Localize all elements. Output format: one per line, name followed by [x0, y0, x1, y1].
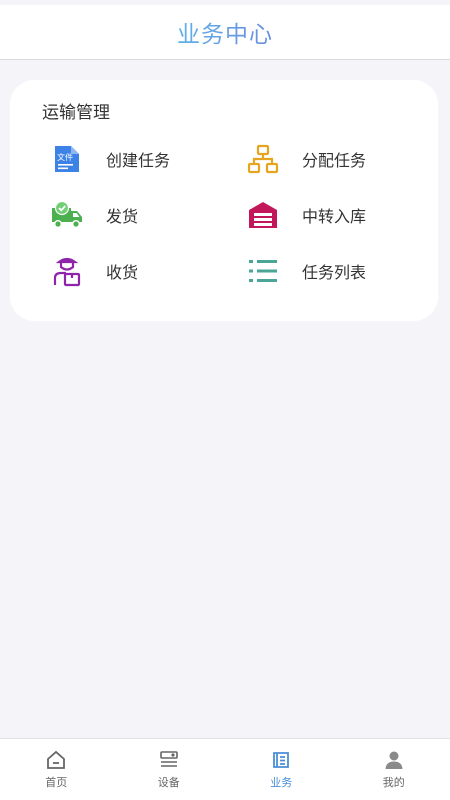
list-icon [246, 254, 280, 288]
assign-task-button[interactable]: 分配任务 [246, 137, 446, 181]
tab-device[interactable]: 设备 [113, 739, 226, 800]
tab-mine[interactable]: 我的 [338, 739, 450, 800]
transfer-warehouse-button[interactable]: 中转入库 [246, 193, 446, 237]
ship-label: 发货 [106, 207, 139, 226]
section-title: 运输管理 [42, 103, 110, 123]
warehouse-icon [246, 198, 280, 232]
transport-card: 运输管理 文件 创建任务 分配任务 发货 中转入库 收货 任务列表 [10, 80, 438, 321]
ship-button[interactable]: 发货 [50, 193, 250, 237]
task-list-button[interactable]: 任务列表 [246, 249, 446, 293]
truck-check-icon [50, 198, 84, 232]
tab-home-label: 首页 [45, 776, 68, 789]
tab-business[interactable]: 业务 [225, 739, 338, 800]
receive-button[interactable]: 收货 [50, 249, 250, 293]
transfer-warehouse-label: 中转入库 [302, 207, 367, 226]
receive-label: 收货 [106, 263, 139, 282]
business-icon [270, 749, 292, 771]
tab-mine-label: 我的 [382, 776, 405, 789]
create-task-label: 创建任务 [106, 151, 171, 170]
tab-business-label: 业务 [270, 776, 293, 789]
page-title: 业务中心 [177, 15, 273, 49]
tab-device-label: 设备 [157, 776, 180, 789]
home-icon [45, 749, 67, 771]
create-task-button[interactable]: 文件 创建任务 [50, 137, 250, 181]
app-header: 业务中心 [0, 5, 450, 60]
bottom-tab-bar: 首页 设备 业务 我的 [0, 738, 450, 800]
user-icon [383, 749, 405, 771]
assign-task-label: 分配任务 [302, 151, 367, 170]
task-list-label: 任务列表 [302, 263, 367, 282]
device-icon [158, 749, 180, 771]
file-icon-text: 文件 [57, 152, 73, 162]
courier-icon [50, 254, 84, 288]
org-chart-icon [246, 142, 280, 176]
file-icon: 文件 [50, 142, 84, 176]
tab-home[interactable]: 首页 [0, 739, 113, 800]
